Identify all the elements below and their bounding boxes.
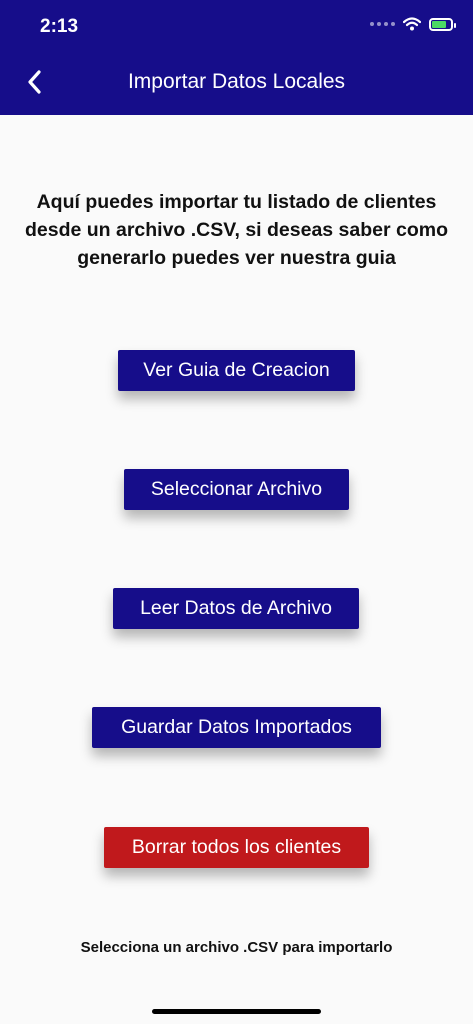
cellular-signal-icon bbox=[370, 22, 395, 26]
status-time: 2:13 bbox=[40, 16, 79, 37]
navigation-header: 2:13 Importar Datos Locales bbox=[0, 0, 473, 115]
status-message: Selecciona un archivo .CSV para importar… bbox=[80, 939, 393, 956]
home-indicator[interactable] bbox=[152, 1009, 321, 1014]
select-file-button[interactable]: Seleccionar Archivo bbox=[124, 469, 349, 510]
read-file-data-button[interactable]: Leer Datos de Archivo bbox=[113, 588, 359, 629]
view-guide-button[interactable]: Ver Guia de Creacion bbox=[118, 350, 355, 391]
status-icons bbox=[370, 17, 456, 31]
delete-all-clients-button[interactable]: Borrar todos los clientes bbox=[104, 827, 369, 868]
save-imported-data-button[interactable]: Guardar Datos Importados bbox=[92, 707, 381, 748]
battery-icon bbox=[429, 17, 456, 31]
wifi-icon bbox=[403, 17, 421, 31]
page-title: Importar Datos Locales bbox=[127, 70, 346, 93]
intro-text: Aquí puedes importar tu listado de clien… bbox=[24, 191, 449, 269]
